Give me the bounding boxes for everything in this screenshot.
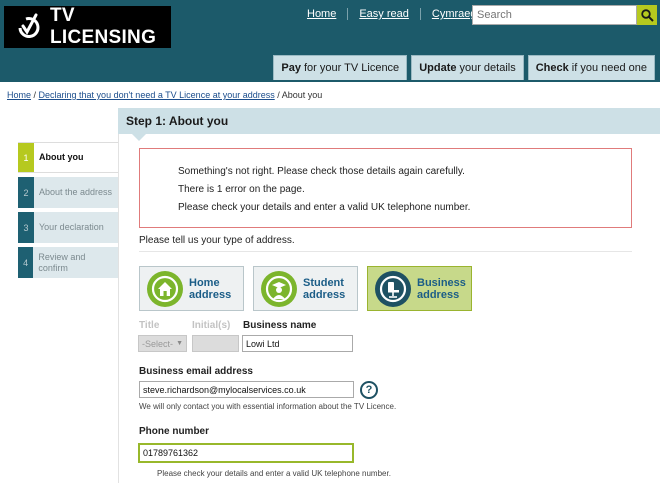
title-select-value: -Select- [142,338,174,349]
tab-update-bold: Update [419,62,457,74]
divider [139,251,632,252]
tab-check[interactable]: Check if you need one [527,55,655,80]
step-label: Review and confirm [38,251,86,273]
step-number: 2 [18,177,34,208]
error-line: Something's not right. Please check thos… [178,166,465,177]
step-review-confirm: 4 Review and confirm [18,247,119,278]
student-icon [261,270,297,307]
initials-field[interactable] [192,335,239,352]
easy-read-link[interactable]: Easy read [348,8,420,20]
business-address-label: Business address [417,276,466,301]
title-label: Title [139,320,160,331]
tab-update-rest: your details [459,62,516,74]
site-header: TV LICENSING Home Easy read Cymraeg Pay … [0,0,660,82]
tab-pay-bold: Pay [281,62,301,74]
email-label: Business email address [139,366,253,377]
step-about-address: 2 About the address [18,177,119,208]
business-name-label: Business name [243,320,317,331]
email-field[interactable]: steve.richardson@mylocalservices.co.uk [139,381,354,398]
initials-label: Initial(s) [192,320,231,331]
step-number: 3 [18,212,34,243]
phone-field[interactable]: 01789761362 [138,443,354,463]
progress-steps: 1 About you 2 About the address 3 Your d… [18,142,119,282]
phone-error-message: Please check your details and enter a va… [157,469,391,478]
error-line: There is 1 error on the page. [178,184,305,195]
tab-pay-rest: for your TV Licence [304,62,400,74]
student-address-label: Student address [303,276,346,301]
search-box [472,5,658,25]
breadcrumb-separator: / [31,90,39,100]
breadcrumb-declaring[interactable]: Declaring that you don't need a TV Licen… [39,90,275,100]
breadcrumb-current: About you [281,90,323,100]
help-icon[interactable]: ? [360,381,378,399]
student-address-button[interactable]: Student address [253,266,358,311]
house-icon [147,270,183,307]
step-label: About the address [39,187,113,197]
office-chair-icon [375,270,411,307]
panel-border [118,134,119,483]
step-number: 4 [18,247,34,278]
tab-update[interactable]: Update your details [411,55,524,80]
email-note: We will only contact you with essential … [139,402,397,411]
tab-check-rest: if you need one [571,62,647,74]
breadcrumb-home[interactable]: Home [7,90,31,100]
business-name-field[interactable]: Lowi Ltd [242,335,353,352]
search-button[interactable] [637,5,657,25]
step-label: About you [39,152,84,162]
address-type-question: Please tell us your type of address. [139,235,295,246]
home-link[interactable]: Home [296,8,347,20]
page-title: Step 1: About you [118,108,660,141]
tab-pay[interactable]: Pay for your TV Licence [273,55,408,80]
tv-licensing-logo[interactable]: TV LICENSING [4,5,171,48]
phone-label: Phone number [139,426,210,437]
search-icon [640,8,654,22]
title-select[interactable]: -Select- ▼ [138,335,187,352]
step-about-you: 1 About you [18,142,119,173]
home-address-label: Home address [189,276,232,301]
service-tabs: Pay for your TV Licence Update your deta… [273,55,655,80]
business-address-button[interactable]: Business address [367,266,472,311]
step-panel: Step 1: About you Something's not right.… [118,108,660,483]
step-number: 1 [18,143,34,172]
breadcrumb: Home / Declaring that you don't need a T… [7,90,322,100]
error-summary: Something's not right. Please check thos… [139,148,632,228]
home-address-button[interactable]: Home address [139,266,244,311]
tv-licensing-logo-icon [14,12,44,42]
chevron-down-icon: ▼ [176,340,183,347]
search-input[interactable] [472,5,637,25]
logo-text: TV LICENSING [50,5,157,48]
top-links: Home Easy read Cymraeg [296,8,488,20]
step-declaration: 3 Your declaration [18,212,119,243]
tab-check-bold: Check [535,62,569,74]
error-line: Please check your details and enter a va… [178,202,471,213]
step-label: Your declaration [39,222,104,232]
breadcrumb-separator: / [274,90,282,100]
